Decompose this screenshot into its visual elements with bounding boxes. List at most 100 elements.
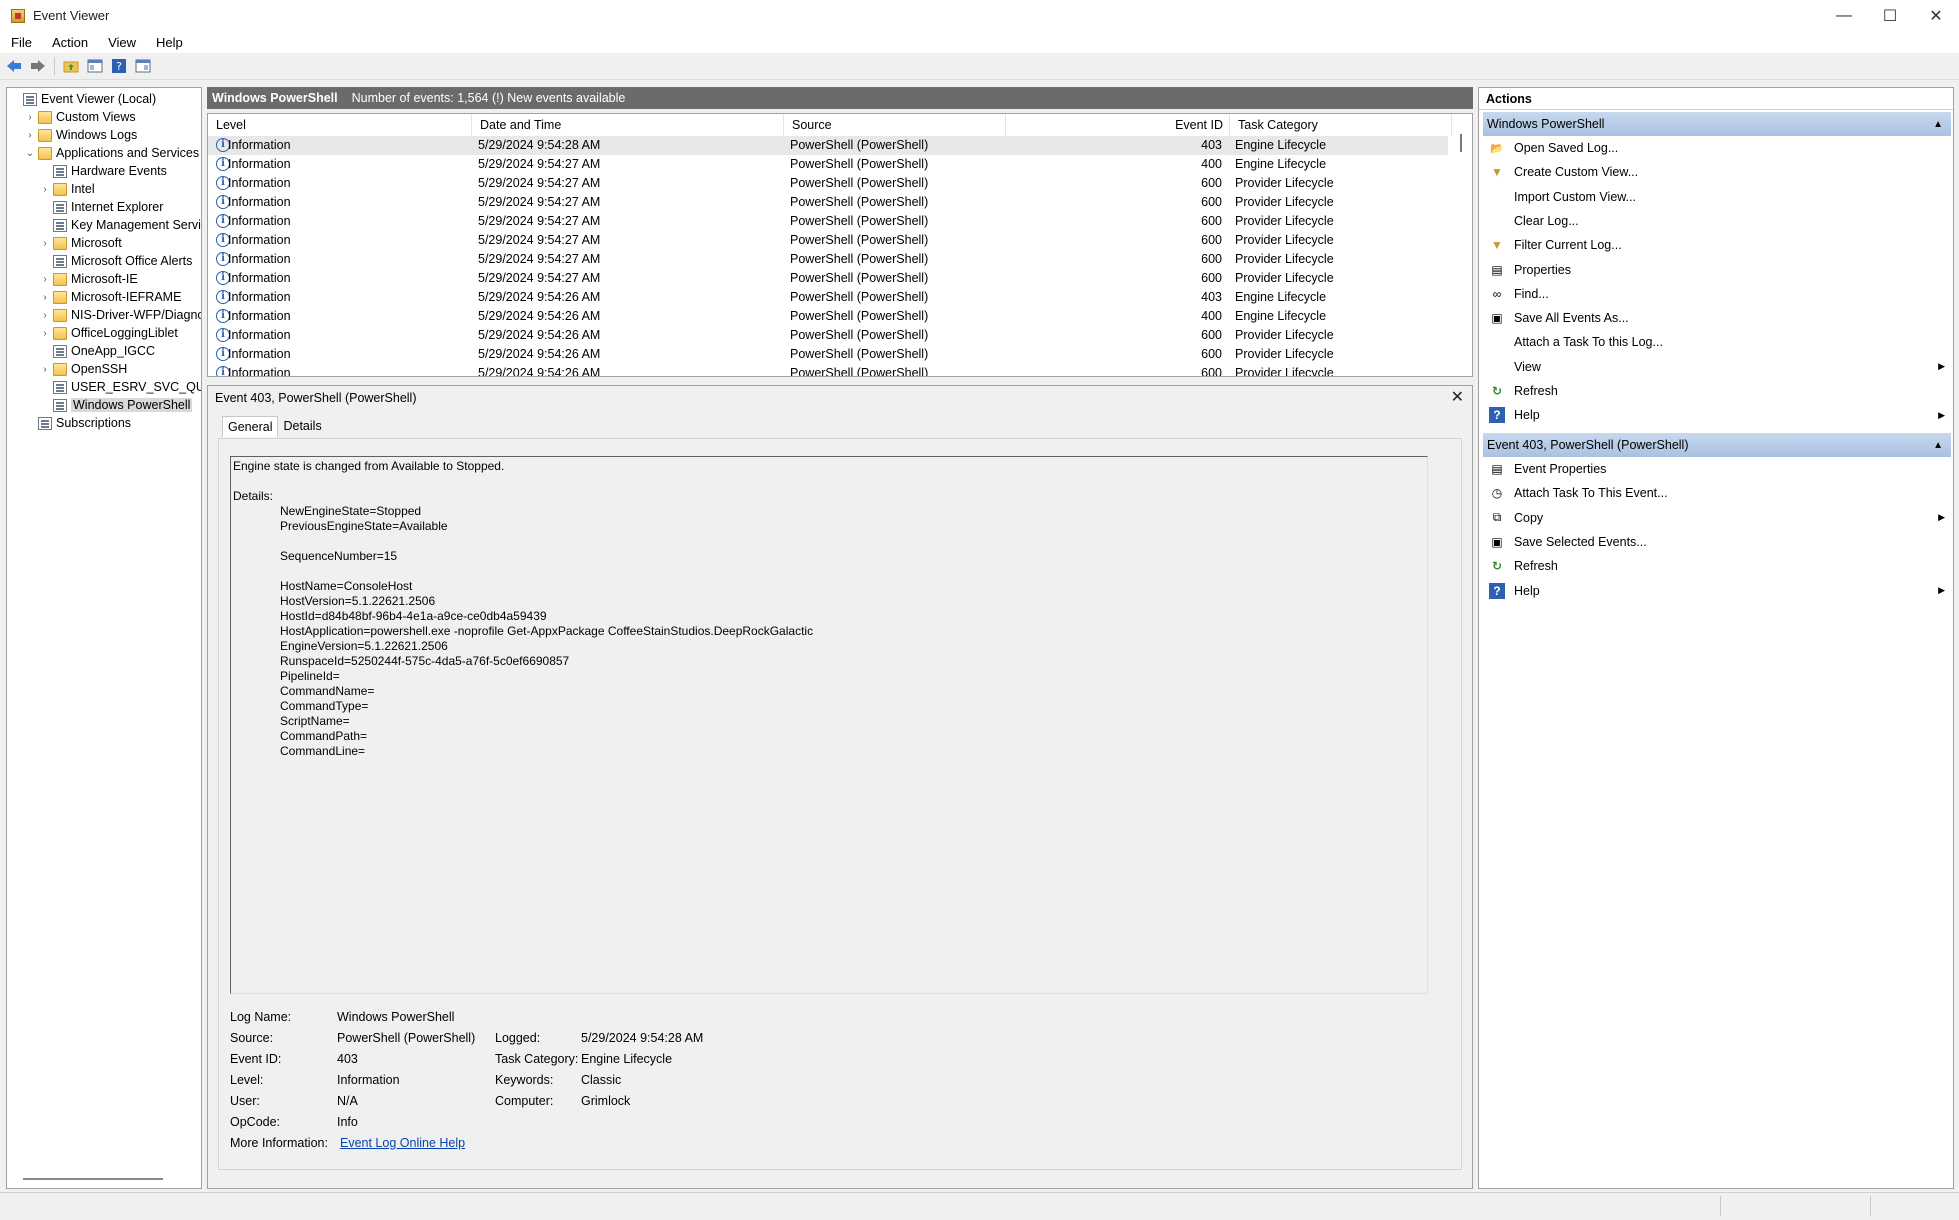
event-row[interactable]: i Information 5/29/2024 9:54:27 AM PowerShe… xyxy=(208,212,1448,231)
menu-action[interactable]: Action xyxy=(41,35,97,50)
action-item[interactable]: Import Custom View... xyxy=(1483,186,1951,208)
action-item[interactable]: ⧉ Copy ▶ xyxy=(1483,507,1951,529)
column-header-level[interactable]: Level xyxy=(208,114,472,136)
menu-file[interactable]: File xyxy=(0,35,41,50)
action-item[interactable]: 📂 Open Saved Log... xyxy=(1483,137,1951,159)
tree-item[interactable]: USER_ESRV_SVC_QUEENC xyxy=(39,378,201,396)
tree-item[interactable]: Hardware Events xyxy=(39,162,167,180)
tree-item[interactable]: Subscriptions xyxy=(24,414,131,432)
event-log-online-help-link[interactable]: Event Log Online Help xyxy=(340,1136,465,1150)
tree-item[interactable]: Microsoft Office Alerts xyxy=(39,252,192,270)
tree-item[interactable]: › Microsoft xyxy=(39,234,121,252)
action-item[interactable]: ∞ Find... xyxy=(1483,283,1951,305)
help-toolbar-button[interactable]: ? xyxy=(109,56,129,76)
forward-button[interactable] xyxy=(28,56,48,76)
tree-item[interactable]: ⌄ Applications and Services Lo xyxy=(24,144,201,162)
tab-general[interactable]: General xyxy=(222,416,279,437)
tree-item[interactable]: › Intel xyxy=(39,180,94,198)
column-header-source[interactable]: Source xyxy=(784,114,1006,136)
event-date: 5/29/2024 9:54:26 AM xyxy=(478,290,601,304)
event-level: Information xyxy=(228,290,291,304)
tree-item[interactable]: Windows PowerShell xyxy=(39,396,193,414)
action-item[interactable]: ↻ Refresh xyxy=(1483,380,1951,402)
tree-item[interactable]: › OfficeLoggingLiblet xyxy=(39,324,177,342)
collapse-icon[interactable]: ▲ xyxy=(1933,440,1943,451)
event-row[interactable]: i Information 5/29/2024 9:54:27 AM PowerShe… xyxy=(208,174,1448,193)
event-message[interactable]: Engine state is changed from Available t… xyxy=(230,456,1428,994)
tree-item[interactable]: › Windows Logs xyxy=(24,126,137,144)
tree-item[interactable]: › Custom Views xyxy=(24,108,135,126)
event-row[interactable]: i Information 5/29/2024 9:54:27 AM PowerShe… xyxy=(208,269,1448,288)
column-header-date[interactable]: Date and Time xyxy=(472,114,784,136)
event-row[interactable]: i Information 5/29/2024 9:54:26 AM PowerShe… xyxy=(208,345,1448,364)
action-item[interactable]: ▣ Save Selected Events... xyxy=(1483,531,1951,553)
tree-item[interactable]: Event Viewer (Local) xyxy=(9,90,156,108)
tree-horizontal-scrollbar[interactable] xyxy=(23,1178,163,1180)
minimize-button[interactable]: — xyxy=(1821,0,1867,31)
expand-chevron-icon[interactable]: › xyxy=(24,130,36,141)
action-item[interactable]: ▼ Filter Current Log... xyxy=(1483,234,1951,256)
action-item[interactable]: Attach a Task To this Log... xyxy=(1483,331,1951,353)
column-header-event-id[interactable]: Event ID xyxy=(1006,114,1230,136)
tree-item[interactable]: OneApp_IGCC xyxy=(39,342,155,360)
action-item[interactable]: ▼ Create Custom View... xyxy=(1483,161,1951,183)
log-icon xyxy=(53,200,67,214)
menu-help[interactable]: Help xyxy=(145,35,192,50)
actions-section-header[interactable]: Event 403, PowerShell (PowerShell) ▲ xyxy=(1483,433,1951,457)
event-message-line: CommandLine= xyxy=(280,744,366,758)
event-row[interactable]: i Information 5/29/2024 9:54:26 AM PowerShe… xyxy=(208,307,1448,326)
event-row[interactable]: i Information 5/29/2024 9:54:27 AM PowerShe… xyxy=(208,193,1448,212)
expand-chevron-icon[interactable]: › xyxy=(39,238,51,249)
keywords-label: Keywords: xyxy=(495,1073,554,1087)
event-row[interactable]: i Information 5/29/2024 9:54:27 AM PowerShe… xyxy=(208,231,1448,250)
action-item[interactable]: ▣ Save All Events As... xyxy=(1483,307,1951,329)
tree-item[interactable]: Internet Explorer xyxy=(39,198,163,216)
close-detail-button[interactable]: ✕ xyxy=(1451,387,1464,407)
tree-item[interactable]: › Microsoft-IE xyxy=(39,270,137,288)
submenu-arrow-icon: ▶ xyxy=(1938,409,1945,420)
expand-chevron-icon[interactable]: › xyxy=(39,328,51,339)
tree-item-label: Event Viewer (Local) xyxy=(41,92,157,106)
close-window-button[interactable]: ✕ xyxy=(1913,0,1959,31)
actions-section-header[interactable]: Windows PowerShell ▲ xyxy=(1483,112,1951,136)
expand-chevron-icon[interactable]: › xyxy=(39,310,51,321)
tree-item[interactable]: › Microsoft-IEFRAME xyxy=(39,288,181,306)
event-level: Information xyxy=(228,309,291,323)
maximize-button[interactable]: ☐ xyxy=(1867,0,1913,31)
menu-view[interactable]: View xyxy=(97,35,145,50)
up-folder-button[interactable] xyxy=(61,56,81,76)
tree-item[interactable]: Key Management Service xyxy=(39,216,201,234)
tree-item[interactable]: › OpenSSH xyxy=(39,360,127,378)
action-item[interactable]: ↻ Refresh xyxy=(1483,555,1951,577)
action-item[interactable]: Clear Log... xyxy=(1483,210,1951,232)
show-hide-action-pane-button[interactable] xyxy=(133,56,153,76)
action-item[interactable]: ▤ Event Properties xyxy=(1483,458,1951,480)
event-row[interactable]: i Information 5/29/2024 9:54:26 AM PowerShe… xyxy=(208,288,1448,307)
expand-chevron-icon[interactable]: › xyxy=(24,112,36,123)
back-button[interactable] xyxy=(4,56,24,76)
tree-item[interactable]: › NIS-Driver-WFP/Diagnos xyxy=(39,306,201,324)
action-item[interactable]: ◷ Attach Task To This Event... xyxy=(1483,482,1951,504)
event-row[interactable]: i Information 5/29/2024 9:54:27 AM PowerShe… xyxy=(208,155,1448,174)
event-row[interactable]: i Information 5/29/2024 9:54:28 AM PowerShe… xyxy=(208,136,1448,155)
show-hide-tree-button[interactable] xyxy=(85,56,105,76)
column-header-task-category[interactable]: Task Category xyxy=(1230,114,1452,136)
action-item[interactable]: ▤ Properties xyxy=(1483,259,1951,281)
event-level: Information xyxy=(228,138,291,152)
action-item[interactable]: ? Help ▶ xyxy=(1483,580,1951,602)
event-row[interactable]: i Information 5/29/2024 9:54:26 AM PowerShe… xyxy=(208,326,1448,345)
expand-chevron-icon[interactable]: › xyxy=(39,274,51,285)
expand-chevron-icon[interactable]: › xyxy=(39,292,51,303)
action-item[interactable]: View ▶ xyxy=(1483,356,1951,378)
collapse-chevron-icon[interactable]: ⌄ xyxy=(24,148,36,159)
window-title: Event Viewer xyxy=(33,8,110,23)
blank-icon xyxy=(1489,213,1505,229)
expand-chevron-icon[interactable]: › xyxy=(39,364,51,375)
action-item[interactable]: ? Help ▶ xyxy=(1483,404,1951,426)
events-scrollbar[interactable] xyxy=(1460,134,1462,152)
expand-chevron-icon[interactable]: › xyxy=(39,184,51,195)
event-row[interactable]: i Information 5/29/2024 9:54:26 AM PowerShe… xyxy=(208,364,1448,376)
tab-details[interactable]: Details xyxy=(278,416,326,437)
event-row[interactable]: i Information 5/29/2024 9:54:27 AM PowerShe… xyxy=(208,250,1448,269)
collapse-icon[interactable]: ▲ xyxy=(1933,119,1943,130)
